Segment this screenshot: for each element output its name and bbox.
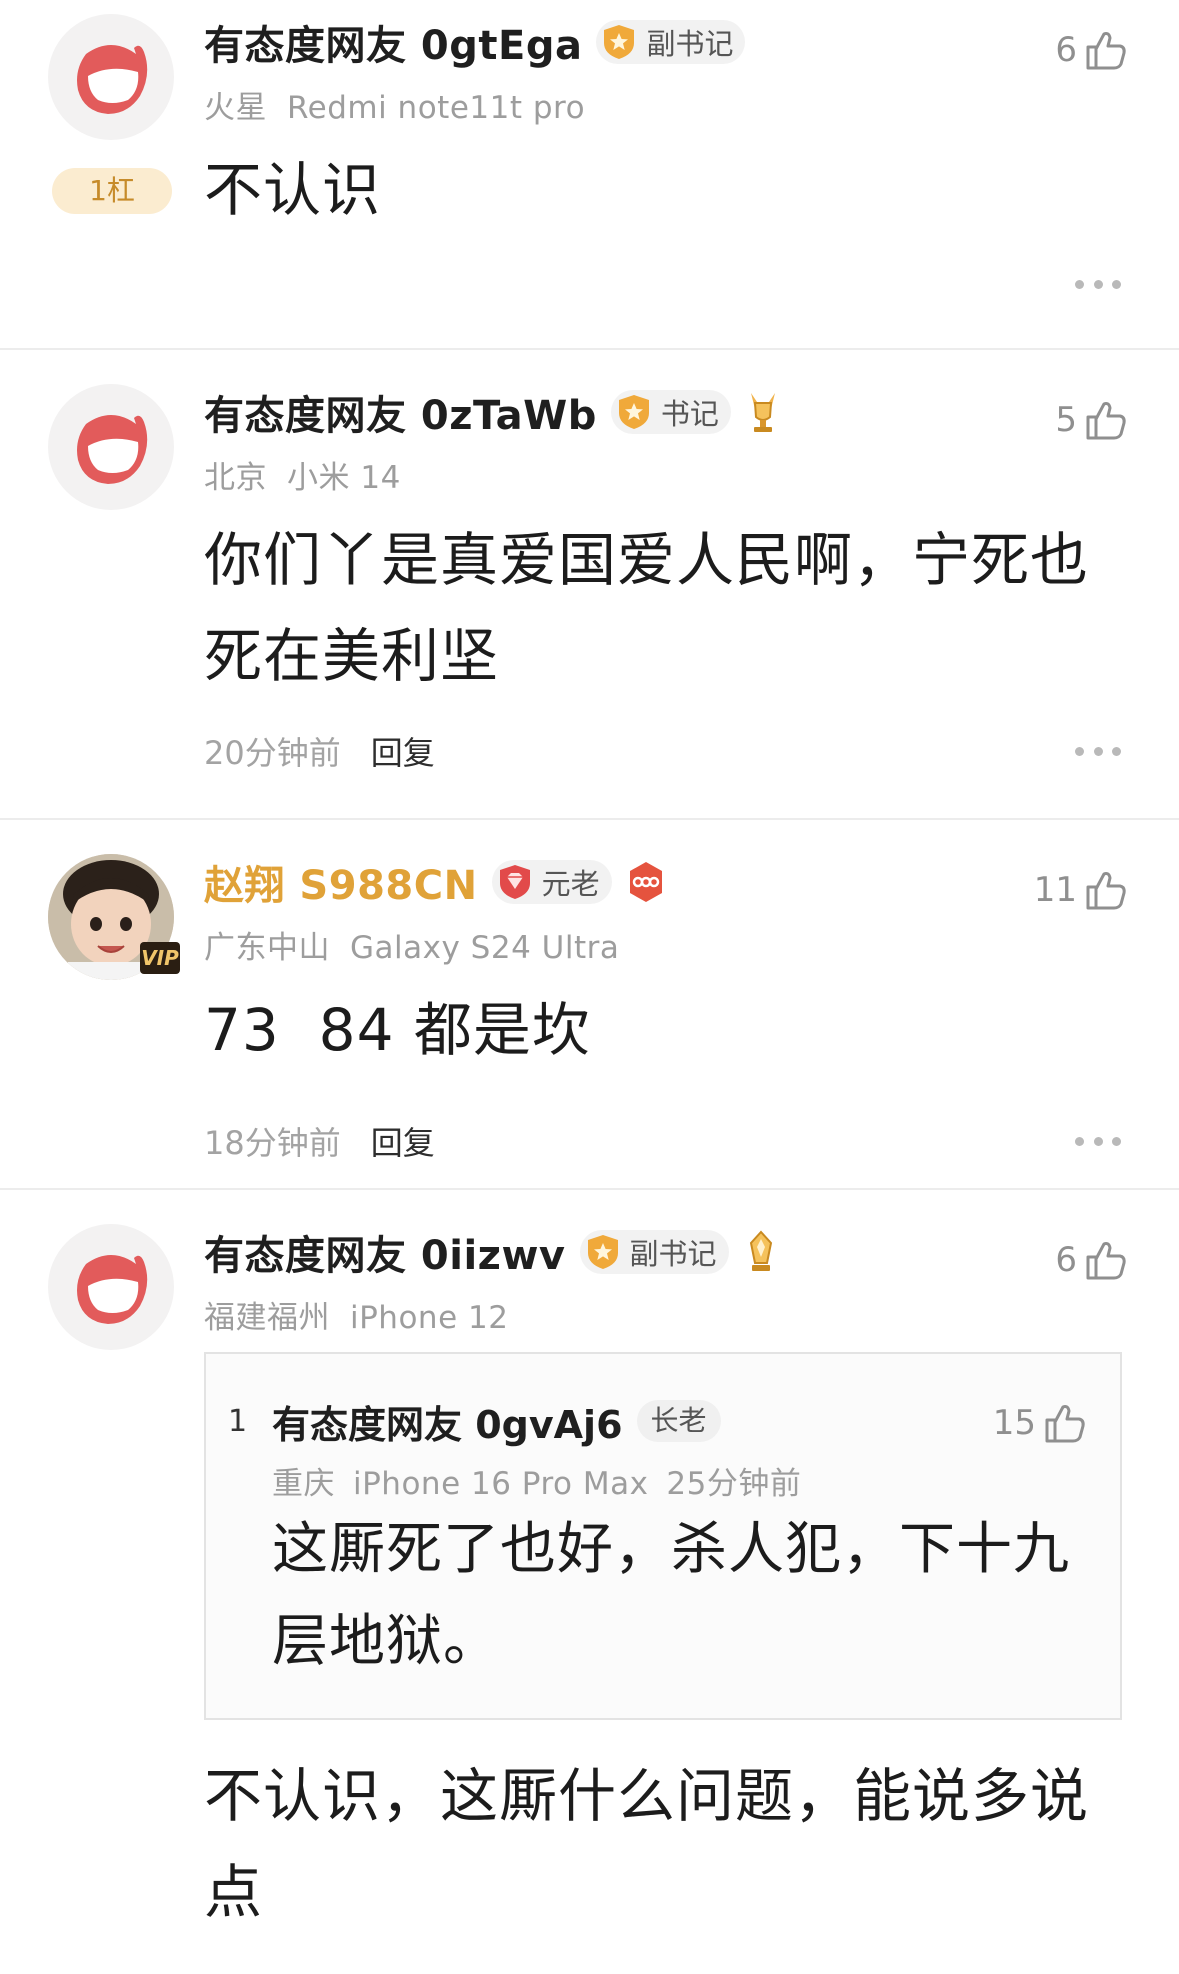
thumbs-up-icon <box>1086 872 1126 910</box>
trophy-icon <box>750 393 775 432</box>
like-button[interactable]: 11 <box>1034 864 1129 916</box>
comment-text: 73 84 都是坎 <box>204 996 591 1064</box>
name-row: 赵翔 S988CN 元老 <box>204 853 668 911</box>
reply-button[interactable]: 回复 <box>371 1118 435 1164</box>
comment-item: 有态度网友 0zTaWb 书记 北京 小米 14 5 你们丫是真爱国爱人民啊，宁… <box>0 350 1179 820</box>
app-logo-icon <box>77 1255 148 1324</box>
like-button[interactable]: 5 <box>1055 394 1129 446</box>
title-badge-label: 元老 <box>541 867 600 901</box>
title-badge[interactable]: 副书记 <box>579 1230 729 1274</box>
username[interactable]: 有态度网友 0iizwv <box>204 1223 566 1281</box>
avatar[interactable] <box>48 1224 174 1350</box>
username[interactable]: 有态度网友 0gtEga <box>204 13 582 71</box>
device: 小米 14 <box>287 460 401 496</box>
app-logo-icon <box>77 415 148 484</box>
title-badge[interactable]: 元老 <box>491 860 612 904</box>
comment-footer: 18分钟前 回复 <box>204 1116 435 1166</box>
comment-footer: 20分钟前 回复 <box>204 726 435 776</box>
meta-line: 火星 Redmi note11t pro <box>204 82 585 127</box>
title-badge[interactable]: 书记 <box>610 390 731 434</box>
comment-text: 你们丫是真爱国爱人民啊，宁死也死在美利坚 <box>204 526 1090 690</box>
avatar[interactable] <box>48 14 174 140</box>
more-dots-icon[interactable] <box>1075 278 1121 290</box>
location: 北京 <box>204 460 267 496</box>
thumbs-up-icon <box>1086 402 1126 440</box>
name-row: 有态度网友 0gtEga 副书记 <box>204 13 746 71</box>
meta-line: 福建福州 iPhone 12 <box>204 1292 508 1337</box>
thumbs-up-icon <box>1086 1242 1126 1280</box>
quote-text: 这厮死了也好，杀人犯，下十九层地狱。 <box>272 1517 1070 1674</box>
quote-timestamp: 25分钟前 <box>666 1466 802 1502</box>
title-badge-label: 副书记 <box>646 27 734 61</box>
star-shield-icon <box>604 25 635 59</box>
device: iPhone 12 <box>350 1300 509 1336</box>
app-logo-icon <box>77 45 148 114</box>
avatar[interactable] <box>48 384 174 510</box>
like-button[interactable]: 6 <box>1055 24 1129 76</box>
reply-button[interactable]: 回复 <box>371 728 435 774</box>
quote-like-button[interactable]: 15 <box>993 1398 1088 1448</box>
location: 广东中山 <box>204 930 330 966</box>
gem-shield-icon <box>499 865 530 899</box>
quote-username[interactable]: 有态度网友 0gvAj6 <box>272 1394 623 1449</box>
comment-list: 1杠 有态度网友 0gtEga 副书记 火星 Redmi note11t pro … <box>0 0 1179 1974</box>
comment-item: VIP 赵翔 S988CN 元老 广东中山 Galaxy S24 Ultra 1… <box>0 820 1179 1188</box>
name-row: 有态度网友 0iizwv 副书记 <box>204 1223 781 1281</box>
timestamp: 18分钟前 <box>204 1124 341 1162</box>
meta-line: 北京 小米 14 <box>204 452 401 497</box>
meta-line: 广东中山 Galaxy S24 Ultra <box>204 922 619 967</box>
timestamp: 20分钟前 <box>204 734 341 772</box>
comment-text: 不认识 <box>204 156 382 224</box>
thumbs-up-icon <box>1086 32 1126 70</box>
title-badge-label: 副书记 <box>629 1237 717 1271</box>
quote-device: iPhone 16 Pro Max <box>353 1466 649 1502</box>
comment-text: 不认识，这厮什么问题，能说多说点 <box>204 1762 1090 1926</box>
like-count: 5 <box>1055 400 1077 440</box>
device: Galaxy S24 Ultra <box>350 930 620 966</box>
anniversary-badge-icon <box>629 862 662 902</box>
star-shield-icon <box>587 1235 618 1269</box>
trophy-icon <box>749 1230 772 1271</box>
device: Redmi note11t pro <box>287 90 586 126</box>
vip-badge: VIP <box>140 942 180 974</box>
comment-item: 1杠 有态度网友 0gtEga 副书记 火星 Redmi note11t pro … <box>0 0 1179 289</box>
more-dots-icon[interactable] <box>1075 1135 1121 1147</box>
title-badge-label: 书记 <box>660 397 719 431</box>
quoted-reply[interactable]: 1 有态度网友 0gvAj6 长老 重庆 iPhone 16 Pro Max 25分… <box>204 1352 1122 1720</box>
like-count: 6 <box>1055 30 1077 70</box>
quote-location: 重庆 <box>272 1466 335 1502</box>
location: 福建福州 <box>204 1300 330 1336</box>
username[interactable]: 有态度网友 0zTaWb <box>204 383 597 441</box>
like-count: 11 <box>1033 870 1077 910</box>
thumbs-up-icon <box>1045 1405 1085 1443</box>
name-row: 有态度网友 0zTaWb 书记 <box>204 383 783 441</box>
like-button[interactable]: 6 <box>1055 1234 1129 1286</box>
title-badge[interactable]: 副书记 <box>596 20 746 64</box>
username[interactable]: 赵翔 S988CN <box>204 853 478 911</box>
quote-name-row: 有态度网友 0gvAj6 长老 <box>272 1394 721 1449</box>
quote-title-badge[interactable]: 长老 <box>636 1400 721 1442</box>
quote-like-count: 15 <box>992 1403 1036 1443</box>
like-count: 6 <box>1055 1240 1077 1280</box>
more-dots-icon[interactable] <box>1075 745 1121 757</box>
star-shield-icon <box>618 395 649 429</box>
quote-meta-line: 重庆 iPhone 16 Pro Max 25分钟前 <box>272 1458 801 1503</box>
rank-badge: 1杠 <box>52 168 172 214</box>
quote-floor-index: 1 <box>228 1404 248 1439</box>
location: 火星 <box>204 90 267 126</box>
